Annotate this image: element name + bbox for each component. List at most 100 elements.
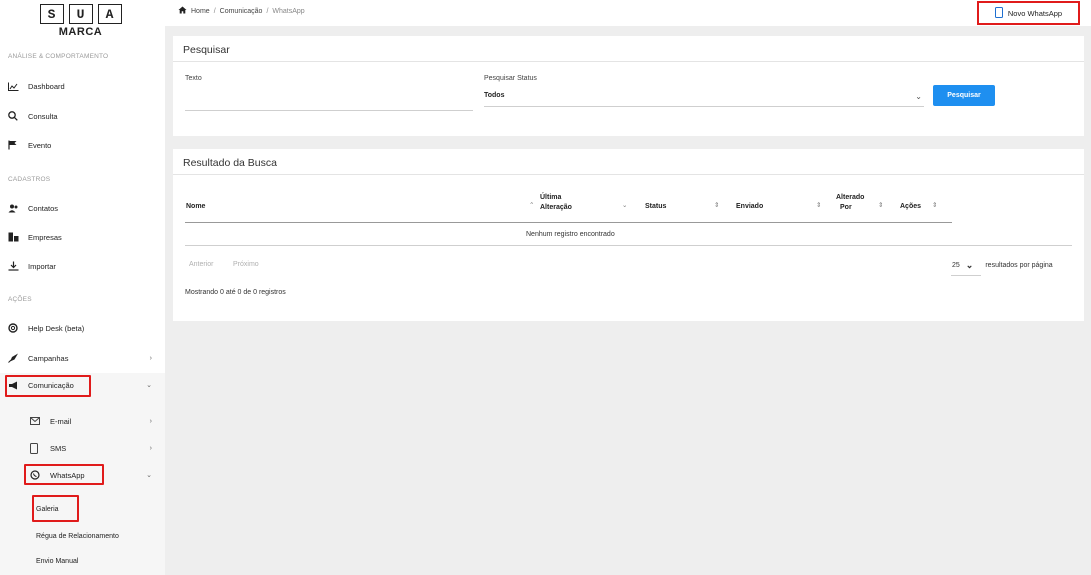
sidebar-item-label: Campanhas: [28, 353, 69, 363]
logo-letter: S: [39, 4, 64, 24]
download-icon: [8, 261, 22, 271]
chevron-right-icon: ›: [149, 417, 152, 425]
sidebar-item-label: Consulta: [28, 111, 58, 121]
breadcrumb-separator: /: [213, 7, 216, 15]
building-icon: [8, 232, 22, 242]
sort-icon[interactable]: ⇕: [878, 201, 883, 209]
search-button[interactable]: Pesquisar: [933, 85, 995, 106]
results-panel-title: Resultado da Busca: [183, 157, 277, 169]
breadcrumb-comunicacao[interactable]: Comunicação: [220, 8, 263, 15]
sidebar-item-label: Evento: [28, 140, 52, 150]
column-header-line: Última: [540, 194, 562, 201]
column-header-enviado[interactable]: Enviado: [736, 202, 763, 212]
logo-word: MARCA: [58, 26, 103, 38]
records-info: Mostrando 0 até 0 de 0 registros: [185, 289, 286, 296]
sidebar-item-email[interactable]: E-mail ›: [30, 412, 158, 430]
chevron-down-icon: ⌄: [146, 472, 152, 479]
chart-icon: [8, 82, 22, 91]
breadcrumb: Home / Comunicação / WhatsApp: [178, 6, 305, 16]
sidebar-item-label: SMS: [50, 443, 67, 453]
sidebar-item-sms[interactable]: SMS ›: [30, 439, 158, 457]
chevron-right-icon: ›: [149, 444, 152, 452]
section-label-analise: ANÁLISE & COMPORTAMENTO: [8, 53, 109, 60]
sidebar-item-label: Dashboard: [28, 81, 65, 91]
brand-logo: S U A MARCA: [8, 4, 153, 38]
status-select-value: Todos: [484, 92, 505, 99]
sort-icon[interactable]: ⇕: [932, 201, 937, 209]
flag-icon: [8, 140, 22, 150]
lifebuoy-icon: [8, 323, 22, 333]
select-underline: [484, 106, 924, 107]
sidebar-item-envio-manual[interactable]: Envio Manual: [36, 552, 158, 570]
chevron-down-icon: ⌄: [915, 92, 922, 101]
sidebar-item-regua[interactable]: Régua de Relacionamento: [36, 527, 158, 545]
column-header-line: Alterado: [836, 194, 865, 201]
per-page-control[interactable]: 25 ⌄ resultados por página: [952, 260, 1053, 271]
sidebar-item-campanhas[interactable]: Campanhas ›: [8, 349, 158, 367]
envelope-icon: [30, 417, 44, 425]
section-label-cadastros: CADASTROS: [8, 176, 51, 183]
sidebar-item-importar[interactable]: Importar: [8, 257, 158, 275]
sidebar-item-label: Contatos: [28, 203, 59, 213]
sort-asc-icon[interactable]: ⌃: [529, 201, 534, 209]
input-underline: [185, 110, 473, 111]
divider: [173, 174, 1084, 175]
sidebar-item-dashboard[interactable]: Dashboard: [8, 77, 158, 95]
chevron-down-icon: ⌄: [965, 260, 974, 270]
results-panel: Resultado da Busca Nome ⌃ Última Alteraç…: [173, 149, 1084, 321]
sidebar-item-helpdesk[interactable]: Help Desk (beta): [8, 319, 158, 337]
column-header-nome[interactable]: Nome: [186, 202, 205, 212]
status-field-label: Pesquisar Status: [484, 75, 537, 82]
sidebar-item-consulta[interactable]: Consulta: [8, 107, 158, 125]
new-whatsapp-label: Novo WhatsApp: [1007, 8, 1063, 18]
sidebar-item-contatos[interactable]: Contatos: [8, 199, 158, 217]
column-header-line: Alteração: [540, 204, 572, 211]
breadcrumb-home[interactable]: Home: [191, 8, 210, 15]
table-header-border: [185, 222, 952, 223]
new-whatsapp-button[interactable]: Novo WhatsApp: [977, 1, 1080, 25]
column-header-ultima-alteracao[interactable]: Última Alteração: [540, 193, 572, 213]
sort-icon[interactable]: ⇕: [714, 201, 719, 209]
phone-icon: [994, 6, 1003, 20]
users-icon: [8, 204, 22, 213]
phone-icon: [30, 442, 44, 454]
sort-icon[interactable]: ⇕: [816, 201, 821, 209]
chevron-right-icon: ›: [149, 354, 152, 362]
status-select[interactable]: Todos ⌄: [484, 88, 924, 108]
breadcrumb-separator: /: [266, 7, 269, 15]
column-header-alterado-por[interactable]: Alterado Por: [836, 193, 864, 213]
select-underline: [951, 275, 981, 276]
section-label-acoes: AÇÕES: [8, 296, 32, 303]
breadcrumb-current: WhatsApp: [272, 7, 305, 15]
logo-letter: A: [97, 4, 122, 24]
sidebar-item-label: Régua de Relacionamento: [36, 532, 119, 540]
chevron-down-icon: ⌄: [146, 382, 152, 389]
search-panel-title: Pesquisar: [183, 44, 230, 56]
column-header-line: Por: [840, 204, 852, 211]
divider: [173, 61, 1084, 62]
home-icon[interactable]: [178, 6, 187, 16]
sidebar-item-label: Help Desk (beta): [28, 323, 85, 333]
sort-desc-icon[interactable]: ⌄: [622, 201, 627, 209]
text-field-label: Texto: [185, 75, 202, 82]
sidebar-item-evento[interactable]: Evento: [8, 136, 158, 154]
highlight-box: [32, 495, 79, 522]
search-panel: Pesquisar Texto Pesquisar Status Todos ⌄…: [173, 36, 1084, 136]
per-page-suffix: resultados por página: [985, 262, 1053, 269]
table-bottom-border: [185, 245, 1072, 246]
sidebar-item-label: Empresas: [28, 232, 62, 242]
text-search-input[interactable]: [185, 88, 473, 108]
sidebar-item-label: E-mail: [50, 416, 72, 426]
sidebar-item-label: Importar: [28, 261, 56, 271]
per-page-value: 25: [952, 262, 960, 269]
highlight-box: [5, 375, 91, 397]
sidebar-item-empresas[interactable]: Empresas: [8, 228, 158, 246]
pagination-prev[interactable]: Anterior: [189, 261, 214, 268]
rocket-icon: [8, 353, 22, 363]
search-icon: [8, 111, 22, 121]
logo-letter: U: [68, 4, 93, 24]
column-header-acoes[interactable]: Ações: [900, 202, 921, 212]
pagination-next[interactable]: Próximo: [233, 261, 259, 268]
empty-table-message: Nenhum registro encontrado: [526, 231, 615, 238]
column-header-status[interactable]: Status: [645, 202, 666, 212]
